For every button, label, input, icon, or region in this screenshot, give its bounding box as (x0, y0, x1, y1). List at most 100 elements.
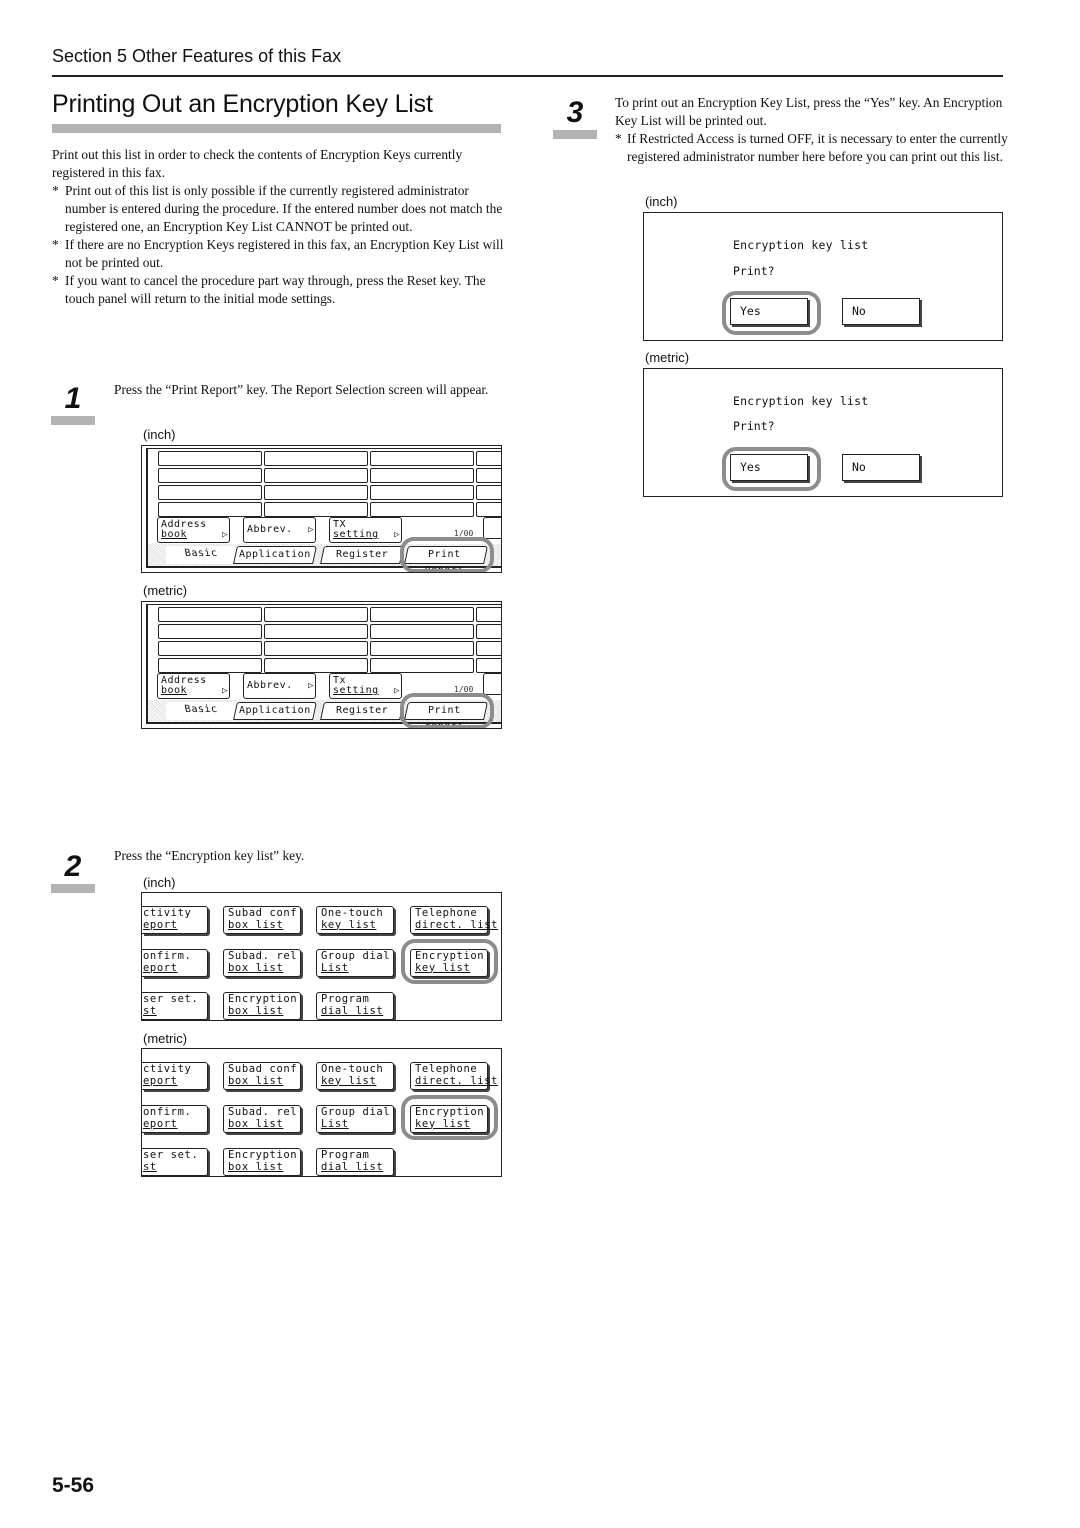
key-label: direct. list (415, 1074, 499, 1087)
touch-panel-basic-inch: Addressbook▷ Abbrev.▷ TXsetting▷ 1/00 ▼ … (141, 445, 502, 573)
subad-rel-box-list-button[interactable]: Subad. rel box list (223, 1105, 301, 1133)
one-touch-key[interactable] (264, 658, 368, 673)
one-touch-key[interactable] (264, 485, 368, 500)
step-instruction: To print out an Encryption Key List, pre… (615, 94, 1015, 166)
one-touch-key-list-button[interactable]: One-touch key list (316, 1062, 394, 1090)
tab-label: Application (239, 549, 311, 560)
group-dial-list-button[interactable]: Group dial List (316, 1105, 394, 1133)
no-button[interactable]: No (842, 298, 920, 325)
confirm-report-button[interactable]: onfirm. eport (142, 949, 208, 977)
key-label: box list (228, 1004, 284, 1017)
subad-conf-box-list-button[interactable]: Subad conf box list (223, 906, 301, 934)
user-set-list-button[interactable]: ser set. st (142, 1148, 208, 1176)
one-touch-key[interactable] (370, 607, 474, 622)
tx-setting-button[interactable]: Tx setting ▷ (329, 673, 402, 699)
one-touch-key[interactable] (264, 451, 368, 466)
one-touch-key[interactable] (476, 641, 501, 656)
section-header: Section 5 Other Features of this Fax (52, 46, 342, 66)
subad-conf-box-list-button[interactable]: Subad conf box list (223, 1062, 301, 1090)
one-touch-key[interactable] (370, 641, 474, 656)
tab-application[interactable]: Application (233, 546, 317, 564)
one-touch-key[interactable] (370, 658, 474, 673)
one-touch-key[interactable] (158, 502, 262, 517)
one-touch-key[interactable] (476, 468, 501, 483)
one-touch-key[interactable] (370, 502, 474, 517)
one-touch-key[interactable] (264, 468, 368, 483)
note-marker: * (52, 237, 59, 252)
one-touch-key[interactable] (158, 641, 262, 656)
step-instruction-text: To print out an Encryption Key List, pre… (615, 95, 1003, 128)
one-touch-key[interactable] (476, 624, 501, 639)
key-label: st (143, 1004, 157, 1017)
one-touch-key[interactable] (476, 607, 501, 622)
key-label: Telephone (415, 907, 478, 919)
program-dial-list-button[interactable]: Program dial list (316, 1148, 394, 1176)
arrow-right-icon: ▷ (394, 686, 400, 696)
one-touch-key[interactable] (370, 485, 474, 500)
encryption-key-list-button[interactable]: Encryption key list (410, 949, 488, 977)
arrow-right-icon: ▷ (222, 530, 228, 540)
address-book-button[interactable]: Address book ▷ (157, 673, 230, 699)
one-touch-key[interactable] (158, 624, 262, 639)
one-touch-key[interactable] (158, 451, 262, 466)
tab-register[interactable]: Register (320, 702, 404, 720)
subad-rel-box-list-button[interactable]: Subad. rel box list (223, 949, 301, 977)
one-touch-row (156, 451, 501, 466)
one-touch-key[interactable] (476, 658, 501, 673)
no-button[interactable]: No (842, 454, 920, 481)
tab-application[interactable]: Application (233, 702, 317, 720)
key-label: Group dial (321, 950, 391, 962)
one-touch-key[interactable] (370, 624, 474, 639)
one-touch-key[interactable] (264, 624, 368, 639)
one-touch-key[interactable] (264, 641, 368, 656)
tab-print-report[interactable]: Print Report (404, 546, 488, 572)
one-touch-key[interactable] (264, 607, 368, 622)
tab-register[interactable]: Register (320, 546, 404, 564)
one-touch-key[interactable] (158, 485, 262, 500)
program-dial-list-button[interactable]: Program dial list (316, 992, 394, 1020)
key-label: box list (228, 1074, 284, 1087)
telephone-direct-list-button[interactable]: Telephone direct. list (410, 1062, 499, 1090)
key-label: Subad. rel (228, 950, 298, 962)
tab-basic[interactable]: Basic (166, 546, 236, 564)
intro-block: Print out this list in order to check th… (52, 146, 504, 308)
one-touch-key[interactable] (370, 468, 474, 483)
yes-button[interactable]: Yes (730, 454, 808, 481)
activity-report-button[interactable]: ctivity eport (142, 1062, 208, 1090)
step-number: 2 (51, 852, 95, 893)
one-touch-key-list-button[interactable]: One-touch key list (316, 906, 394, 934)
address-book-button[interactable]: Address book ▷ (157, 517, 230, 543)
one-touch-key[interactable] (476, 451, 501, 466)
abbrev-button[interactable]: Abbrev. ▷ (243, 517, 316, 543)
scroll-down-button[interactable]: ▼ (483, 517, 501, 539)
key-label: Telephone (415, 1063, 478, 1075)
group-dial-list-button[interactable]: Group dial List (316, 949, 394, 977)
dialog-message: Encryption key list (733, 238, 869, 252)
key-label: Group dial (321, 1106, 391, 1118)
telephone-direct-list-button[interactable]: Telephone direct. list (410, 906, 497, 934)
one-touch-key[interactable] (476, 485, 501, 500)
encryption-box-list-button[interactable]: Encryption box list (223, 1148, 301, 1176)
one-touch-key[interactable] (158, 658, 262, 673)
encryption-key-list-button[interactable]: Encryption key list (410, 1105, 488, 1133)
one-touch-key[interactable] (158, 607, 262, 622)
tx-setting-button[interactable]: TX setting ▷ (329, 517, 402, 543)
step-number-text: 3 (566, 96, 584, 129)
one-touch-key[interactable] (476, 502, 501, 517)
confirm-report-button[interactable]: onfirm. eport (142, 1105, 208, 1133)
tab-basic[interactable]: Basic (166, 702, 236, 720)
one-touch-key[interactable] (264, 502, 368, 517)
activity-report-button[interactable]: ctivity eport (142, 906, 208, 934)
tab-print-report[interactable]: Print report (404, 702, 488, 728)
scroll-down-button[interactable]: ▼ (483, 673, 501, 695)
key-label: Encryption (228, 993, 298, 1005)
tab-label: Print report (424, 705, 464, 729)
yes-button[interactable]: Yes (730, 298, 808, 325)
one-touch-key[interactable] (158, 468, 262, 483)
user-set-list-button[interactable]: ser set. st (142, 992, 208, 1020)
dialog-message: Encryption key list (733, 394, 869, 408)
one-touch-key[interactable] (370, 451, 474, 466)
key-label: Program (321, 993, 370, 1005)
encryption-box-list-button[interactable]: Encryption box list (223, 992, 301, 1020)
abbrev-button[interactable]: Abbrev. ▷ (243, 673, 316, 699)
